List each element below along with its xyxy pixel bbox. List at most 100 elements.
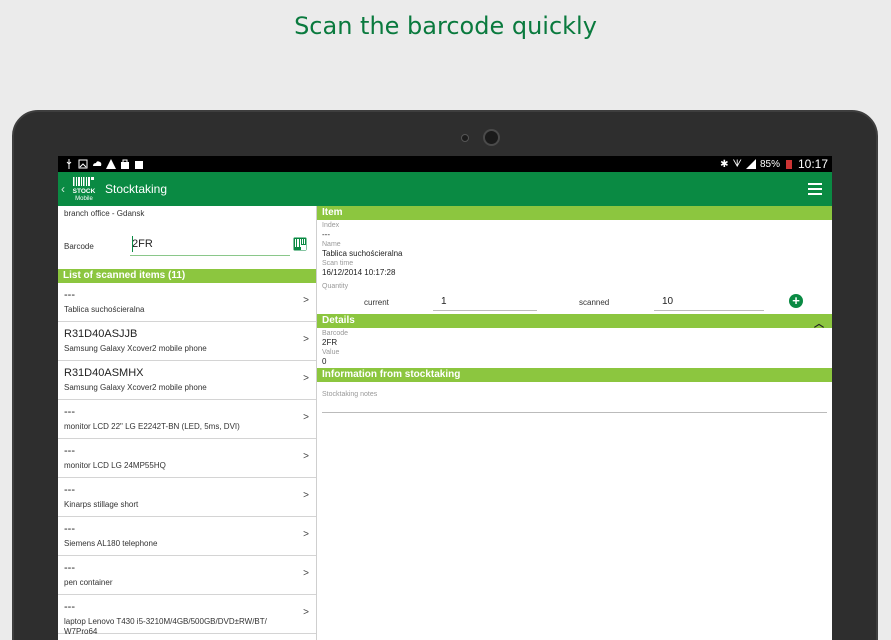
item-code: R31D40ASMHX — [64, 367, 144, 379]
scan-time-label: Scan time — [322, 260, 354, 267]
chevron-right-icon: > — [303, 568, 309, 579]
info-section-header: Information from stocktaking — [317, 368, 832, 382]
usb-icon — [66, 159, 72, 169]
bluetooth-icon: ✱ — [720, 158, 729, 170]
chevron-right-icon: > — [303, 451, 309, 462]
chevron-up-icon[interactable]: ︿ — [814, 315, 824, 330]
scanned-items-list: --- Tablica suchościeralna > R31D40ASJJB Sa… — [58, 283, 316, 636]
clock: 10:17 — [797, 157, 828, 171]
item-code: --- — [64, 484, 75, 496]
page-title: Stocktaking — [105, 182, 168, 196]
details-value-value: 0 — [322, 357, 327, 366]
list-item[interactable]: --- pen container > — [58, 556, 316, 595]
branch-label: branch office - Gdansk — [64, 209, 145, 218]
stocktaking-notes-input[interactable] — [322, 399, 827, 413]
notes-block: Stocktaking notes — [317, 382, 832, 413]
right-pane: Item Index --- Name Tablica suchościeral… — [317, 206, 832, 640]
text-cursor — [132, 236, 133, 252]
details-fields: Barcode 2FR Value 0 — [317, 328, 832, 367]
notes-label: Stocktaking notes — [322, 391, 378, 398]
item-name: laptop Lenovo T430 i5-3210M/4GB/500GB/DV… — [64, 617, 267, 636]
item-section-header: Item — [317, 206, 832, 220]
details-title: Details — [322, 315, 355, 326]
scan-barcode-icon[interactable] — [293, 237, 307, 251]
barcode-input-value: 2FR — [132, 238, 153, 250]
warning-icon — [106, 159, 116, 169]
item-code: R31D40ASJJB — [64, 328, 138, 340]
chevron-right-icon: > — [303, 529, 309, 540]
status-bar: ✱ ᗐ 85% 10:17 — [58, 156, 832, 172]
details-section-header[interactable]: Details ︿ — [317, 314, 832, 330]
barcode-input[interactable]: 2FR — [130, 234, 290, 256]
logo-top-text: STOCK — [73, 188, 96, 195]
image-icon — [78, 159, 88, 169]
item-code: --- — [64, 289, 75, 301]
current-quantity-input[interactable]: 1 — [433, 293, 537, 311]
quantity-label: Quantity — [322, 283, 349, 290]
chevron-right-icon: > — [303, 607, 309, 618]
back-chevron-icon[interactable]: ‹ — [61, 182, 65, 196]
details-barcode-label: Barcode — [322, 330, 349, 337]
battery-icon — [785, 160, 792, 169]
item-code: --- — [64, 406, 75, 418]
quantity-row: current 1 scanned 10 + — [317, 291, 832, 313]
headline: Scan the barcode quickly — [294, 12, 597, 40]
details-barcode-value: 2FR — [322, 338, 338, 347]
item-name: Kinarps stillage short — [64, 500, 139, 509]
scan-time-value: 16/12/2014 10:17:28 — [322, 268, 396, 277]
item-name: Samsung Galaxy Xcover2 mobile phone — [64, 344, 207, 353]
chevron-right-icon: > — [303, 295, 309, 306]
item-code: --- — [64, 445, 75, 457]
app-logo[interactable]: STOCK Mobile — [71, 176, 97, 202]
barcode-row: Barcode 2FR — [58, 232, 316, 269]
index-label: Index — [322, 222, 340, 229]
barcode-logo-icon: STOCK Mobile — [73, 177, 96, 202]
signal-icon — [745, 159, 756, 169]
scanned-list-header: List of scanned items (11) — [58, 269, 316, 283]
list-item[interactable]: --- monitor LCD 22" LG E2242T-BN (LED, 5m… — [58, 400, 316, 439]
scanned-quantity-input[interactable]: 10 — [654, 293, 764, 311]
details-value-label: Value — [322, 349, 340, 356]
scanned-quantity-value: 10 — [662, 296, 674, 307]
sensor-dot — [461, 134, 469, 142]
front-camera — [483, 129, 500, 146]
chevron-right-icon: > — [303, 334, 309, 345]
barcode-label: Barcode — [64, 242, 94, 251]
current-quantity-value: 1 — [441, 296, 447, 307]
store-icon — [135, 161, 143, 169]
item-name: pen container — [64, 578, 113, 587]
chevron-right-icon: > — [303, 412, 309, 423]
list-item[interactable]: --- monitor LCD LG 24MP55HQ > — [58, 439, 316, 478]
list-item[interactable]: --- Siemens AL180 telephone > — [58, 517, 316, 556]
nfc-icon: ᗐ — [732, 158, 742, 170]
list-item[interactable]: --- laptop Lenovo T430 i5-3210M/4GB/500GB… — [58, 595, 316, 636]
device-screen: ✱ ᗐ 85% 10:17 ‹ STOCK Mobile Stocktaking… — [58, 156, 832, 640]
item-code: --- — [64, 523, 75, 535]
scanned-label: scanned — [579, 298, 610, 307]
app-bar: ‹ STOCK Mobile Stocktaking — [58, 172, 832, 206]
chevron-right-icon: > — [303, 373, 309, 384]
list-item[interactable]: --- Tablica suchościeralna > — [58, 283, 316, 322]
index-value: --- — [322, 230, 330, 239]
menu-icon[interactable] — [808, 183, 822, 195]
bag-icon — [121, 159, 129, 169]
list-item[interactable]: R31D40ASJJB Samsung Galaxy Xcover2 mobile… — [58, 322, 316, 361]
item-name: Samsung Galaxy Xcover2 mobile phone — [64, 383, 207, 392]
item-name: monitor LCD LG 24MP55HQ — [64, 461, 166, 470]
item-code: --- — [64, 562, 75, 574]
item-code: --- — [64, 601, 75, 613]
left-pane: branch office - Gdansk Barcode 2FR List … — [58, 206, 317, 640]
list-item[interactable]: --- Kinarps stillage short > — [58, 478, 316, 517]
cloud-upload-icon — [93, 161, 102, 166]
item-name: Tablica suchościeralna — [64, 305, 145, 314]
item-fields: Index --- Name Tablica suchościeralna Sc… — [317, 220, 832, 313]
current-label: current — [364, 298, 389, 307]
list-item[interactable]: R31D40ASMHX Samsung Galaxy Xcover2 mobile… — [58, 361, 316, 400]
add-quantity-button[interactable]: + — [789, 294, 803, 308]
chevron-right-icon: > — [303, 490, 309, 501]
item-name: monitor LCD 22" LG E2242T-BN (LED, 5ms, … — [64, 422, 240, 431]
logo-bottom-text: Mobile — [75, 196, 93, 202]
name-value: Tablica suchościeralna — [322, 249, 403, 258]
battery-percent: 85% — [759, 158, 780, 170]
name-label: Name — [322, 241, 341, 248]
